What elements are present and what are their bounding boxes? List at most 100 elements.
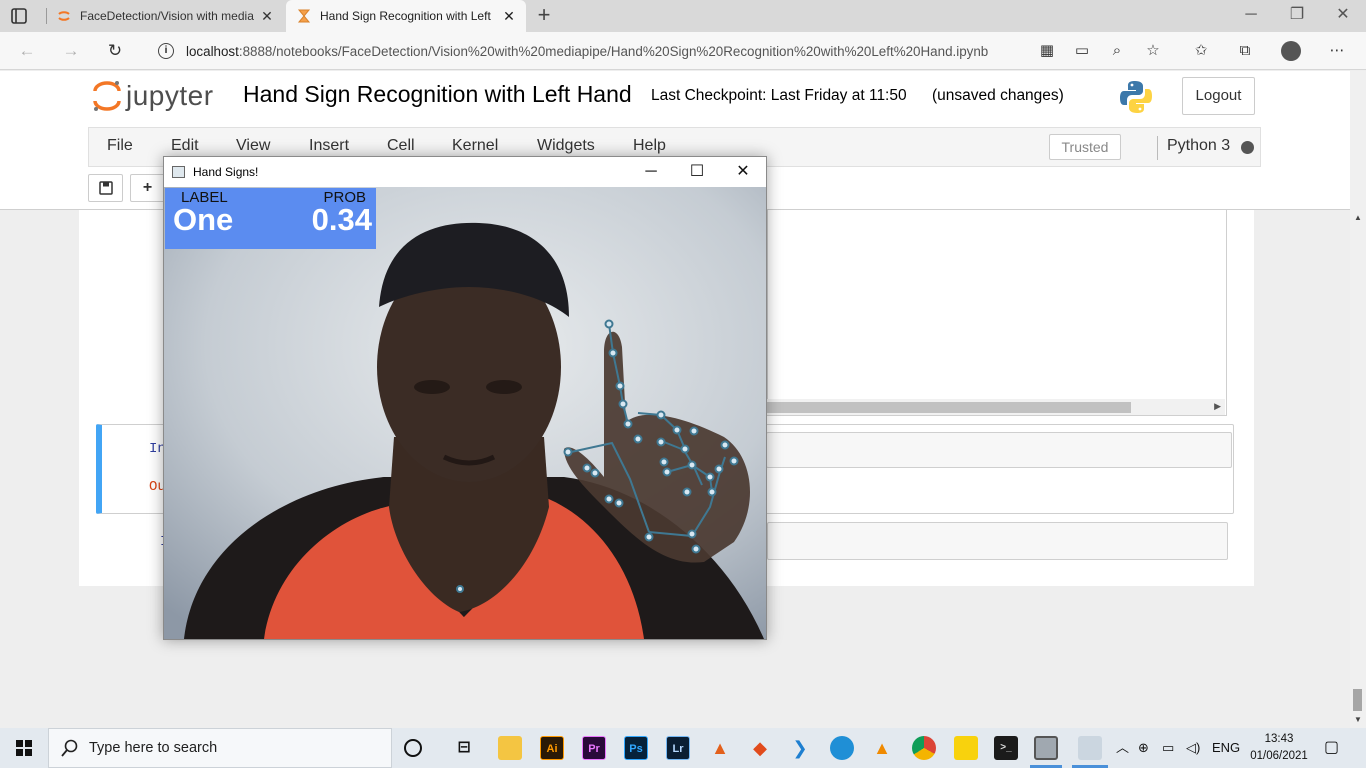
sticky-notes-icon[interactable] — [954, 736, 978, 760]
menu-edit[interactable]: Edit — [171, 137, 199, 155]
close-tab-icon[interactable]: ✕ — [260, 8, 274, 25]
refresh-icon[interactable]: ↻ — [104, 40, 126, 62]
forward-arrow-icon[interactable]: → — [60, 40, 82, 62]
windows-taskbar: Type here to search ⊟ Ai Pr Ps Lr ▲ ◆ ❯ … — [0, 728, 1366, 768]
photoshop-icon[interactable]: Ps — [624, 736, 648, 760]
close-window-button[interactable]: ✕ — [720, 157, 766, 187]
kernel-name[interactable]: Python 3 — [1167, 137, 1230, 155]
chrome-icon[interactable] — [912, 736, 936, 760]
horizontal-scrollbar[interactable]: ▶ — [767, 399, 1225, 415]
volume-icon[interactable]: ◁) — [1186, 728, 1200, 768]
code-input-box[interactable] — [767, 522, 1228, 560]
cell-output-area[interactable] — [767, 210, 1227, 416]
tab-title: FaceDetection/Vision with media — [80, 9, 254, 23]
maximize-button[interactable]: ☐ — [674, 157, 720, 187]
prediction-overlay: LABEL PROB One 0.34 — [165, 188, 376, 249]
window-titlebar[interactable]: Hand Signs! ─ ☐ ✕ — [164, 157, 766, 187]
menu-kernel[interactable]: Kernel — [452, 137, 498, 155]
jupyter-logo[interactable]: jupyter — [92, 79, 214, 113]
checkpoint-status: Last Checkpoint: Last Friday at 11:50 — [651, 87, 907, 104]
apps-grid-icon[interactable]: ▦ — [1037, 41, 1057, 61]
hand-signs-window[interactable]: Hand Signs! ─ ☐ ✕ LABEL PROB One 0.34 — [163, 156, 767, 640]
language-indicator[interactable]: ENG — [1212, 728, 1240, 768]
battery-icon[interactable]: ▭ — [1162, 728, 1174, 768]
menu-widgets[interactable]: Widgets — [537, 137, 595, 155]
url-text: localhost:8888/notebooks/FaceDetection/V… — [186, 43, 989, 59]
menu-help[interactable]: Help — [633, 137, 666, 155]
zoom-icon[interactable]: ⌕ — [1107, 41, 1127, 61]
save-button[interactable] — [88, 174, 123, 202]
menu-cell[interactable]: Cell — [387, 137, 415, 155]
restore-button[interactable]: ❐ — [1274, 0, 1320, 32]
predicted-probability: 0.34 — [311, 202, 372, 237]
start-button[interactable] — [0, 728, 48, 768]
vlc-icon[interactable]: ▲ — [870, 736, 894, 760]
new-tab-button[interactable]: + — [532, 4, 556, 28]
terminal-icon[interactable]: >_ — [994, 736, 1018, 760]
tab-facedetection[interactable]: FaceDetection/Vision with media ✕ — [46, 0, 284, 32]
info-icon[interactable]: i — [158, 43, 174, 59]
minimize-button[interactable]: ─ — [1228, 0, 1274, 32]
search-placeholder: Type here to search — [89, 740, 218, 756]
system-clock[interactable]: 13:43 01/06/2021 — [1248, 731, 1310, 765]
window-title: Hand Signs! — [193, 165, 259, 179]
scroll-up-icon[interactable]: ▲ — [1354, 213, 1362, 222]
more-menu-icon[interactable]: ⋯ — [1327, 41, 1347, 61]
code-input-box[interactable] — [766, 432, 1232, 468]
profile-avatar[interactable] — [1281, 41, 1301, 61]
address-bar-row: ← → ↻ i localhost:8888/notebooks/FaceDet… — [0, 32, 1366, 70]
menu-insert[interactable]: Insert — [309, 137, 349, 155]
cortana-icon[interactable] — [404, 739, 422, 757]
show-hidden-icons[interactable]: ︿ — [1116, 728, 1129, 768]
notebook-title[interactable]: Hand Sign Recognition with Left Hand — [243, 81, 632, 108]
kernel-status-icon — [1241, 141, 1254, 154]
autosave-status: (unsaved changes) — [932, 87, 1064, 104]
predicted-label: One — [173, 202, 234, 237]
webcam-image — [164, 187, 766, 639]
python-taskbar-icon[interactable] — [1078, 736, 1102, 760]
illustrator-icon[interactable]: Ai — [540, 736, 564, 760]
close-window-button[interactable]: ✕ — [1320, 0, 1366, 32]
menu-file[interactable]: File — [107, 137, 133, 155]
logout-button[interactable]: Logout — [1182, 77, 1255, 115]
trusted-badge[interactable]: Trusted — [1049, 134, 1121, 160]
network-icon[interactable]: ⊕ — [1138, 728, 1149, 768]
file-explorer-icon[interactable] — [498, 736, 522, 760]
collections-icon[interactable]: ⧉ — [1235, 41, 1255, 61]
edge-icon[interactable] — [830, 736, 854, 760]
git-icon[interactable]: ◆ — [748, 736, 772, 760]
opencv-window-icon[interactable] — [1034, 736, 1058, 760]
windows-logo-icon — [16, 740, 32, 756]
close-tab-icon[interactable]: ✕ — [502, 8, 516, 25]
notifications-icon[interactable]: ▢ — [1324, 728, 1339, 768]
webcam-frame: LABEL PROB One 0.34 — [164, 187, 766, 639]
reader-view-icon[interactable]: ▭ — [1072, 41, 1092, 61]
back-arrow-icon[interactable]: ← — [16, 40, 38, 62]
matlab-icon[interactable]: ▲ — [708, 736, 732, 760]
insert-cell-button[interactable]: + — [130, 174, 165, 202]
clock-time: 13:43 — [1264, 733, 1294, 745]
tab-hand-sign[interactable]: Hand Sign Recognition with Left ✕ — [286, 0, 526, 32]
tab-actions-icon[interactable] — [10, 7, 28, 25]
scroll-down-icon[interactable]: ▼ — [1354, 715, 1362, 724]
premiere-icon[interactable]: Pr — [582, 736, 606, 760]
add-favorite-icon[interactable]: ☆ — [1143, 41, 1163, 61]
minimize-button[interactable]: ─ — [628, 157, 674, 187]
url-field[interactable]: i localhost:8888/notebooks/FaceDetection… — [146, 36, 1170, 66]
scrollbar-thumb[interactable] — [1353, 689, 1362, 711]
search-icon — [61, 739, 78, 757]
hourglass-icon — [296, 8, 312, 24]
jupyter-wordmark: jupyter — [126, 80, 214, 111]
task-view-icon[interactable]: ⊟ — [452, 736, 476, 760]
jupyter-favicon-icon — [56, 8, 72, 24]
favorites-icon[interactable]: ✩ — [1191, 41, 1211, 61]
scroll-right-icon[interactable]: ▶ — [1214, 401, 1221, 412]
vscode-icon[interactable]: ❯ — [788, 736, 812, 760]
scrollbar-thumb[interactable] — [767, 402, 1131, 413]
lightroom-icon[interactable]: Lr — [666, 736, 690, 760]
menu-view[interactable]: View — [236, 137, 270, 155]
clock-date: 01/06/2021 — [1250, 750, 1308, 762]
page-vertical-scrollbar[interactable]: ▲ ▼ — [1350, 71, 1366, 728]
taskbar-search[interactable]: Type here to search — [48, 728, 392, 768]
save-icon — [98, 181, 113, 195]
